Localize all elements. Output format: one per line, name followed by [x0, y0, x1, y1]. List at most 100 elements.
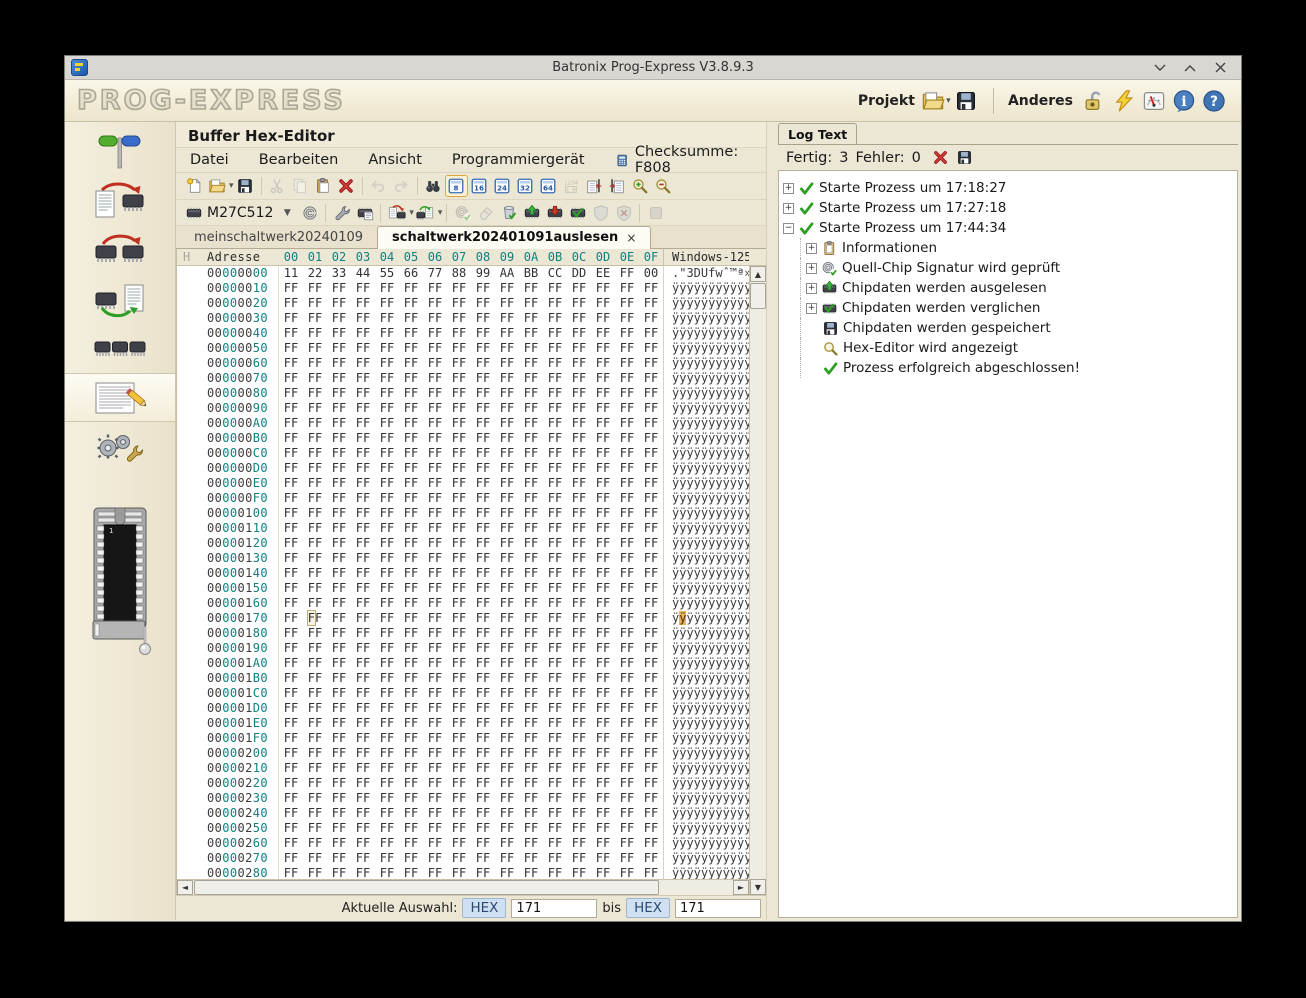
log-tree-item[interactable]: Hex-Editor wird angezeigt [800, 338, 1233, 358]
hex-byte-cell[interactable]: FF [591, 731, 615, 746]
hex-byte-cell[interactable]: FF [399, 326, 423, 341]
hex-byte-cell[interactable]: FF [375, 326, 399, 341]
hex-byte-cell[interactable]: FF [495, 386, 519, 401]
hex-byte-cell[interactable]: FF [375, 401, 399, 416]
hex-byte-cell[interactable]: FF [639, 746, 663, 761]
hex-byte-cell[interactable]: FF [399, 596, 423, 611]
hex-byte-cell[interactable]: FF [567, 806, 591, 821]
hex-byte-cell[interactable]: FF [303, 671, 327, 686]
hex-byte-cell[interactable]: FF [519, 671, 543, 686]
hex-byte-cell[interactable]: FF [375, 461, 399, 476]
hex-byte-cell[interactable]: FF [327, 416, 351, 431]
hex-byte-cell[interactable]: FF [543, 566, 567, 581]
hex-byte-cell[interactable]: FF [495, 371, 519, 386]
hex-byte-cell[interactable]: FF [591, 746, 615, 761]
hex-byte-cell[interactable]: FF [591, 551, 615, 566]
hex-byte-cell[interactable]: FF [447, 431, 471, 446]
ascii-cell[interactable]: ÿÿÿÿÿÿÿÿÿÿÿÿÿÿÿÿ [663, 296, 749, 311]
hex-byte-cell[interactable]: FF [447, 851, 471, 866]
hex-byte-cell[interactable]: FF [327, 626, 351, 641]
log-tree-item[interactable]: + Starte Prozess um 17:18:27 [783, 178, 1233, 198]
tab-close-icon[interactable]: × [626, 231, 636, 245]
hex-byte-cell[interactable]: FF [543, 716, 567, 731]
hex-byte-cell[interactable]: FF [615, 671, 639, 686]
hex-byte-cell[interactable]: FF [423, 371, 447, 386]
hex-byte-cell[interactable]: FF [303, 716, 327, 731]
hex-byte-cell[interactable]: FF [519, 566, 543, 581]
hex-byte-cell[interactable]: FF [591, 791, 615, 806]
hex-byte-cell[interactable]: FF [543, 701, 567, 716]
hex-byte-cell[interactable]: FF [423, 836, 447, 851]
hex-byte-cell[interactable]: FF [519, 626, 543, 641]
ascii-cell[interactable]: ÿÿÿÿÿÿÿÿÿÿÿÿÿÿÿÿ [663, 656, 749, 671]
hex-byte-cell[interactable]: FF [639, 866, 663, 879]
hex-byte-cell[interactable]: FF [615, 731, 639, 746]
hex-byte-cell[interactable]: FF [279, 761, 303, 776]
hex-byte-cell[interactable]: FF [471, 416, 495, 431]
hex-byte-cell[interactable]: FF [519, 731, 543, 746]
ascii-cell[interactable]: ÿÿÿÿÿÿÿÿÿÿÿÿÿÿÿÿ [663, 596, 749, 611]
ascii-cell[interactable]: ÿÿÿÿÿÿÿÿÿÿÿÿÿÿÿÿ [663, 641, 749, 656]
hex-byte-cell[interactable]: FF [615, 536, 639, 551]
hex-byte-cell[interactable]: FF [327, 296, 351, 311]
chip-down-button[interactable] [543, 202, 566, 224]
hex-byte-cell[interactable]: FF [591, 686, 615, 701]
hex-byte-cell[interactable]: FF [375, 356, 399, 371]
hex-byte-cell[interactable]: FF [303, 281, 327, 296]
hex-byte-cell[interactable]: FF [447, 566, 471, 581]
zoom-out-button[interactable] [652, 175, 675, 197]
hex-byte-cell[interactable]: FF [327, 581, 351, 596]
hex-byte-cell[interactable]: FF [615, 401, 639, 416]
hex-cursor[interactable]: F [306, 610, 317, 626]
hex-byte-cell[interactable]: FF [519, 701, 543, 716]
hex-byte-cell[interactable]: FF [351, 656, 375, 671]
hex-byte-cell[interactable]: FF [423, 776, 447, 791]
ascii-cell[interactable]: ÿÿÿÿÿÿÿÿÿÿÿÿÿÿÿÿ [663, 506, 749, 521]
hex-byte-cell[interactable]: FF [519, 386, 543, 401]
ascii-cell[interactable]: ÿÿÿÿÿÿÿÿÿÿÿÿÿÿÿÿ [663, 341, 749, 356]
hex-byte-cell[interactable]: FF [495, 416, 519, 431]
hex-byte-cell[interactable]: FF [303, 761, 327, 776]
hex-byte-cell[interactable]: FF [591, 836, 615, 851]
horizontal-scrollbar[interactable]: ◄ ► [177, 879, 749, 895]
ascii-cell[interactable]: ÿÿÿÿÿÿÿÿÿÿÿÿÿÿÿÿ [663, 716, 749, 731]
undo-button[interactable] [367, 175, 390, 197]
hex-byte-cell[interactable]: FF [519, 446, 543, 461]
hex-byte-cell[interactable]: FF [447, 866, 471, 879]
hex-byte-cell[interactable]: FF [279, 821, 303, 836]
hex-byte-cell[interactable]: FF [591, 656, 615, 671]
hex-byte-cell[interactable]: FF [567, 581, 591, 596]
hex-byte-cell[interactable]: FF [351, 731, 375, 746]
hex-byte-cell[interactable]: FF [495, 836, 519, 851]
hex-byte-cell[interactable]: FF [375, 281, 399, 296]
hex-byte-cell[interactable]: FF [591, 611, 615, 626]
hex-byte-cell[interactable]: FF [543, 311, 567, 326]
hex-byte-cell[interactable]: FF [327, 806, 351, 821]
hex-byte-cell[interactable]: FF [303, 521, 327, 536]
hex-byte-cell[interactable]: FF [591, 536, 615, 551]
chip-up-button[interactable] [520, 202, 543, 224]
hex-byte-cell[interactable]: FF [303, 371, 327, 386]
hex-byte-cell[interactable]: FF [615, 761, 639, 776]
hex-byte-cell[interactable]: FF [303, 356, 327, 371]
ascii-cell[interactable]: ÿÿÿÿÿÿÿÿÿÿÿÿÿÿÿÿ [663, 386, 749, 401]
hex-byte-cell[interactable]: 66 [399, 266, 423, 281]
hex-byte-cell[interactable]: FF [351, 491, 375, 506]
hex-byte-cell[interactable]: FF [327, 491, 351, 506]
ascii-cell[interactable]: ÿÿÿÿÿÿÿÿÿÿÿÿÿÿÿÿ [663, 461, 749, 476]
hex-byte-cell[interactable]: FF [615, 266, 639, 281]
hex-byte-cell[interactable]: FF [351, 401, 375, 416]
eraser-button[interactable] [474, 202, 497, 224]
hex-byte-cell[interactable]: FF [639, 476, 663, 491]
hex-byte-cell[interactable]: FF [327, 761, 351, 776]
hex-byte-cell[interactable]: FF [495, 806, 519, 821]
hex-byte-cell[interactable]: FF [399, 626, 423, 641]
hex-byte-cell[interactable]: FF [375, 521, 399, 536]
hex-byte-cell[interactable]: FF [471, 611, 495, 626]
hex-byte-cell[interactable]: FF [543, 791, 567, 806]
hex-byte-cell[interactable]: FF [519, 521, 543, 536]
hex-byte-cell[interactable]: FF [567, 761, 591, 776]
hex-byte-cell[interactable]: FF [567, 776, 591, 791]
hex-byte-cell[interactable]: FF [543, 461, 567, 476]
hex-byte-cell[interactable]: FF [447, 791, 471, 806]
